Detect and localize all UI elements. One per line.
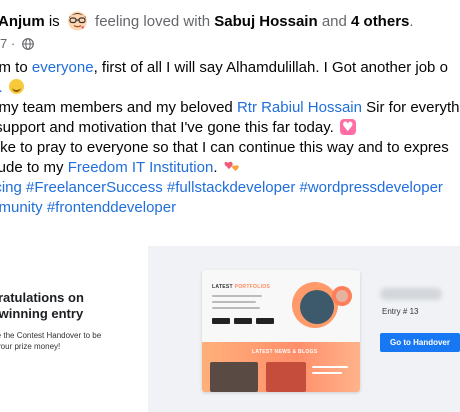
others-suffix: . bbox=[409, 13, 414, 30]
globe-icon[interactable] bbox=[21, 38, 34, 50]
entry-number: Entry # 13 bbox=[382, 307, 419, 316]
preview-bottom: LATEST NEWS & BLOGS bbox=[202, 342, 360, 392]
text-span: . bbox=[213, 159, 218, 176]
subtext-line: ete the Contest Handover to be bbox=[0, 331, 102, 340]
smile-icon bbox=[8, 79, 24, 94]
body-line-2: m. bbox=[0, 78, 460, 98]
preview-line bbox=[212, 295, 262, 297]
text-span: Sir for everyth bbox=[361, 99, 460, 116]
congrats-heading: gratulations on r winning entry bbox=[0, 290, 84, 322]
heading-line: r winning entry bbox=[0, 306, 84, 321]
body-line-1: tum to everyone, first of all I will say… bbox=[0, 58, 460, 78]
preview-title-accent: PORTFOLIOS bbox=[234, 284, 271, 290]
go-to-handover-button[interactable]: Go to Handover bbox=[380, 333, 460, 352]
preview-line bbox=[212, 301, 256, 303]
freedom-it-link[interactable]: Freedom IT Institution bbox=[68, 159, 214, 176]
preview-button bbox=[256, 318, 274, 324]
tagged-link[interactable]: m. bbox=[0, 79, 3, 96]
preview-title: LATEST PORTFOLIOS bbox=[212, 284, 270, 290]
text-span: titude to my bbox=[0, 159, 64, 176]
meta-separator: · bbox=[10, 36, 16, 51]
feeling-text: feeling loved with bbox=[95, 13, 211, 30]
preview-blog-image bbox=[210, 362, 258, 392]
post-time[interactable]: 7 bbox=[0, 36, 7, 51]
body-line-3: o my team members and my beloved Rtr Rab… bbox=[0, 98, 460, 118]
post-header: Anjum is feeling loved with Sabuj Hossai… bbox=[0, 10, 414, 32]
preview-title-word: LATEST bbox=[212, 284, 233, 290]
body-line-5: l like to pray to everyone so that I can… bbox=[0, 138, 460, 158]
post-meta: 7 · bbox=[0, 36, 34, 51]
preview-line bbox=[212, 307, 260, 309]
rabiul-hossain-link[interactable]: Rtr Rabiul Hossain bbox=[237, 99, 362, 116]
text-span: tum to bbox=[0, 59, 28, 76]
heading-line: gratulations on bbox=[0, 290, 84, 305]
hashtags-line-2[interactable]: mmunity #frontenddeveloper bbox=[0, 198, 460, 218]
text-span: , first of all I will say Alhamdulillah.… bbox=[93, 59, 448, 76]
preview-photo bbox=[300, 290, 334, 324]
preview-avatar bbox=[336, 290, 348, 302]
blurred-name bbox=[380, 288, 442, 300]
preview-blog-image bbox=[266, 362, 306, 392]
feeling-face-icon bbox=[67, 10, 88, 31]
is-text: is bbox=[48, 13, 60, 30]
revolving-hearts-icon bbox=[224, 160, 240, 175]
text-span: o my team members and my beloved bbox=[0, 99, 237, 116]
body-line-6: titude to my Freedom IT Institution. bbox=[0, 158, 460, 178]
tagged-person-link[interactable]: Sabuj Hossain bbox=[214, 13, 317, 30]
and-text: and bbox=[321, 13, 347, 30]
text-span: l like to pray to everyone so that I can… bbox=[0, 139, 449, 156]
pink-heart-icon bbox=[339, 118, 356, 138]
preview-line bbox=[312, 366, 348, 368]
preview-button bbox=[212, 318, 230, 324]
portfolio-preview: LATEST PORTFOLIOS LATEST NEWS & BLOGS bbox=[202, 270, 360, 392]
post-body: tum to everyone, first of all I will say… bbox=[0, 58, 460, 218]
text-span: r support and motivation that I've gone … bbox=[0, 119, 334, 136]
everyone-link[interactable]: everyone bbox=[32, 59, 94, 76]
subtext-line: d your prize money! bbox=[0, 342, 61, 351]
author-name[interactable]: Anjum bbox=[0, 13, 45, 30]
congrats-panel bbox=[0, 246, 148, 412]
preview-news-title: LATEST NEWS & BLOGS bbox=[252, 349, 318, 355]
congrats-subtext: ete the Contest Handover to be d your pr… bbox=[0, 330, 101, 352]
preview-line bbox=[312, 372, 342, 374]
others-link[interactable]: 4 others bbox=[351, 13, 409, 30]
body-line-4: r support and motivation that I've gone … bbox=[0, 118, 460, 138]
hashtags-line-1[interactable]: ncing #FreelancerSuccess #fullstackdevel… bbox=[0, 178, 460, 198]
preview-top: LATEST PORTFOLIOS bbox=[202, 270, 360, 342]
preview-button bbox=[234, 318, 252, 324]
